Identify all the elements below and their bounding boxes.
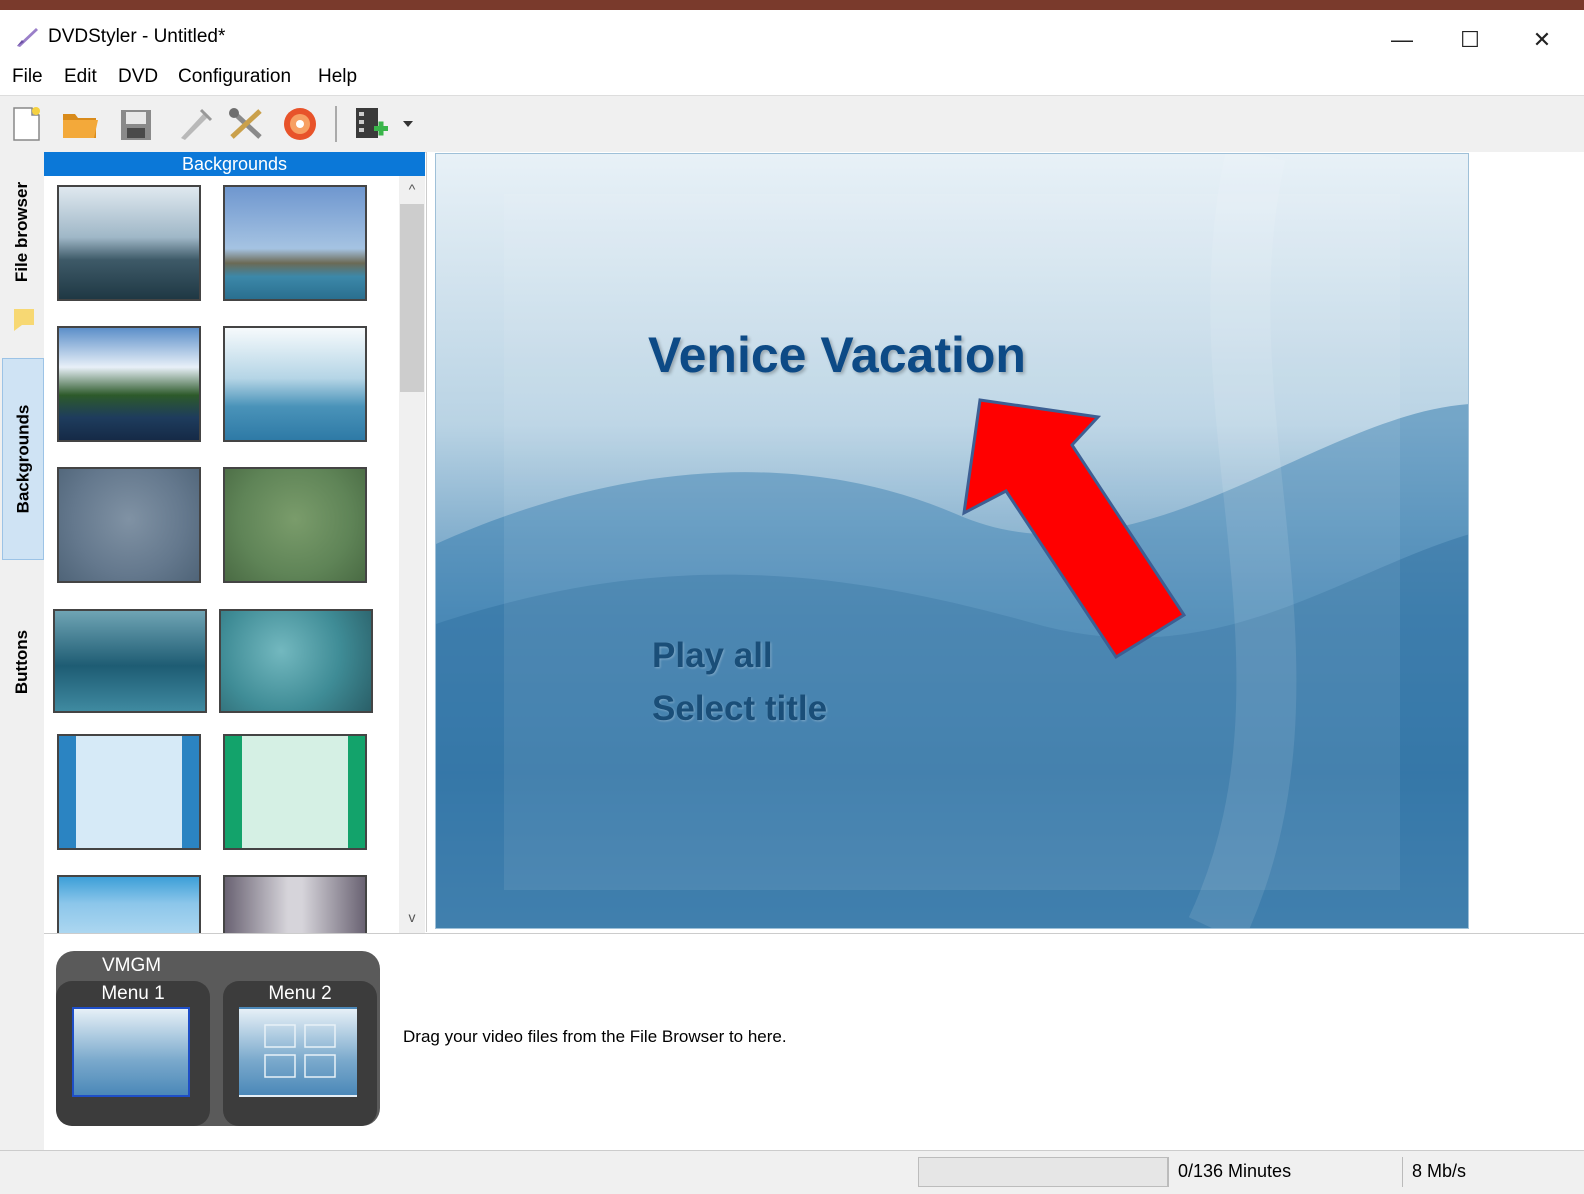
menu-bar: File Edit DVD Configuration Help xyxy=(0,62,1584,94)
background-thumbnail[interactable] xyxy=(57,326,201,442)
panel-scrollbar[interactable]: ^ v xyxy=(399,176,425,933)
background-thumbnail[interactable] xyxy=(57,875,201,933)
maximize-icon: ☐ xyxy=(1460,27,1480,52)
status-separator xyxy=(1402,1157,1403,1187)
tab-file-browser[interactable]: File browser xyxy=(2,162,42,302)
chevron-up-icon: ^ xyxy=(408,181,416,197)
menu-help[interactable]: Help xyxy=(318,66,357,88)
toolbar-separator xyxy=(335,106,337,142)
status-bitrate: 8 Mb/s xyxy=(1412,1161,1467,1181)
status-minutes: 0/136 Minutes xyxy=(1178,1161,1292,1181)
menu-1-label: Menu 1 xyxy=(101,983,165,1004)
scroll-down-button[interactable]: v xyxy=(399,904,425,930)
window-title: DVDStyler - Untitled* xyxy=(48,26,226,47)
panel-header: Backgrounds xyxy=(44,152,425,176)
maximize-button[interactable]: ☐ xyxy=(1440,20,1500,60)
menu-configuration[interactable]: Configuration xyxy=(178,66,291,88)
chevron-down-icon: v xyxy=(408,909,416,925)
new-project-icon xyxy=(13,107,40,141)
burn-dvd-button[interactable] xyxy=(280,104,320,144)
tab-file-browser-label: File browser xyxy=(12,181,32,283)
add-video-icon xyxy=(356,108,388,138)
background-thumbnail[interactable] xyxy=(53,609,207,713)
save-project-button[interactable] xyxy=(116,104,156,144)
preview-play-all-button[interactable]: Play all xyxy=(652,636,773,676)
vmgm-label: VMGM xyxy=(102,955,162,976)
background-thumbnail[interactable] xyxy=(223,875,367,933)
background-thumbnail[interactable] xyxy=(223,467,367,583)
menu-edit[interactable]: Edit xyxy=(64,66,97,88)
background-thumbnail[interactable] xyxy=(219,609,373,713)
tab-buttons-label: Buttons xyxy=(12,629,31,695)
settings-button[interactable] xyxy=(226,104,266,144)
status-separator xyxy=(1168,1157,1169,1187)
note-icon xyxy=(14,309,34,331)
toolbar xyxy=(0,95,1584,153)
titleset-manager: VMGM Menu 1 Menu 2 Drag your video files… xyxy=(44,933,1584,1151)
tab-backgrounds[interactable]: Backgrounds xyxy=(2,358,44,560)
menu-2-button-grid xyxy=(264,1024,336,1078)
tab-backgrounds-label: Backgrounds xyxy=(13,404,33,514)
background-thumbnail[interactable] xyxy=(223,734,367,850)
burn-icon xyxy=(284,108,316,140)
drag-hint: Drag your video files from the File Brow… xyxy=(403,1027,787,1046)
add-video-button[interactable] xyxy=(352,104,392,144)
menu-2-thumbnail[interactable] xyxy=(239,1007,357,1097)
scroll-thumb[interactable] xyxy=(400,204,424,392)
new-project-button[interactable] xyxy=(6,104,46,144)
menu-file[interactable]: File xyxy=(12,66,43,88)
close-button[interactable]: ✕ xyxy=(1512,20,1572,60)
minimize-icon: — xyxy=(1391,27,1413,52)
backgrounds-panel xyxy=(44,176,425,933)
open-project-button[interactable] xyxy=(60,104,100,144)
tab-buttons[interactable]: Buttons xyxy=(2,582,42,742)
dvdstyler-app-icon xyxy=(17,28,38,47)
window-top-border xyxy=(0,0,1584,10)
preview-select-title-button[interactable]: Select title xyxy=(652,689,827,729)
background-thumbnail[interactable] xyxy=(57,185,201,301)
background-thumbnail[interactable] xyxy=(223,326,367,442)
annotation-arrow-icon xyxy=(962,398,1187,660)
menu-1-thumbnail[interactable] xyxy=(72,1007,190,1097)
save-icon xyxy=(121,110,151,140)
preview-menu-title[interactable]: Venice Vacation xyxy=(648,326,1026,384)
menu-dvd[interactable]: DVD xyxy=(118,66,158,88)
add-video-dropdown[interactable] xyxy=(398,104,418,144)
open-folder-icon xyxy=(63,114,98,138)
menu-1-card[interactable]: Menu 1 xyxy=(56,981,210,1126)
close-icon: ✕ xyxy=(1532,27,1552,52)
minimize-button[interactable]: — xyxy=(1372,20,1432,60)
menu-2-label: Menu 2 xyxy=(268,983,332,1004)
vmgm-box[interactable]: VMGM Menu 1 Menu 2 xyxy=(56,951,380,1126)
scroll-up-button[interactable]: ^ xyxy=(399,176,425,202)
settings-icon xyxy=(229,108,262,139)
background-thumbnail[interactable] xyxy=(57,734,201,850)
dropdown-arrow-icon xyxy=(403,121,413,127)
status-bar: 0/136 Minutes 8 Mb/s xyxy=(0,1150,1584,1194)
side-tab-strip: File browser Backgrounds Buttons xyxy=(0,152,45,1150)
background-thumbnail[interactable] xyxy=(57,467,201,583)
wizard-icon xyxy=(181,108,213,140)
title-bar: DVDStyler - Untitled* — ☐ ✕ xyxy=(0,10,1584,62)
menu-2-card[interactable]: Menu 2 xyxy=(223,981,377,1126)
wizard-button[interactable] xyxy=(174,104,214,144)
background-thumbnail[interactable] xyxy=(223,185,367,301)
progress-bar xyxy=(918,1157,1168,1187)
